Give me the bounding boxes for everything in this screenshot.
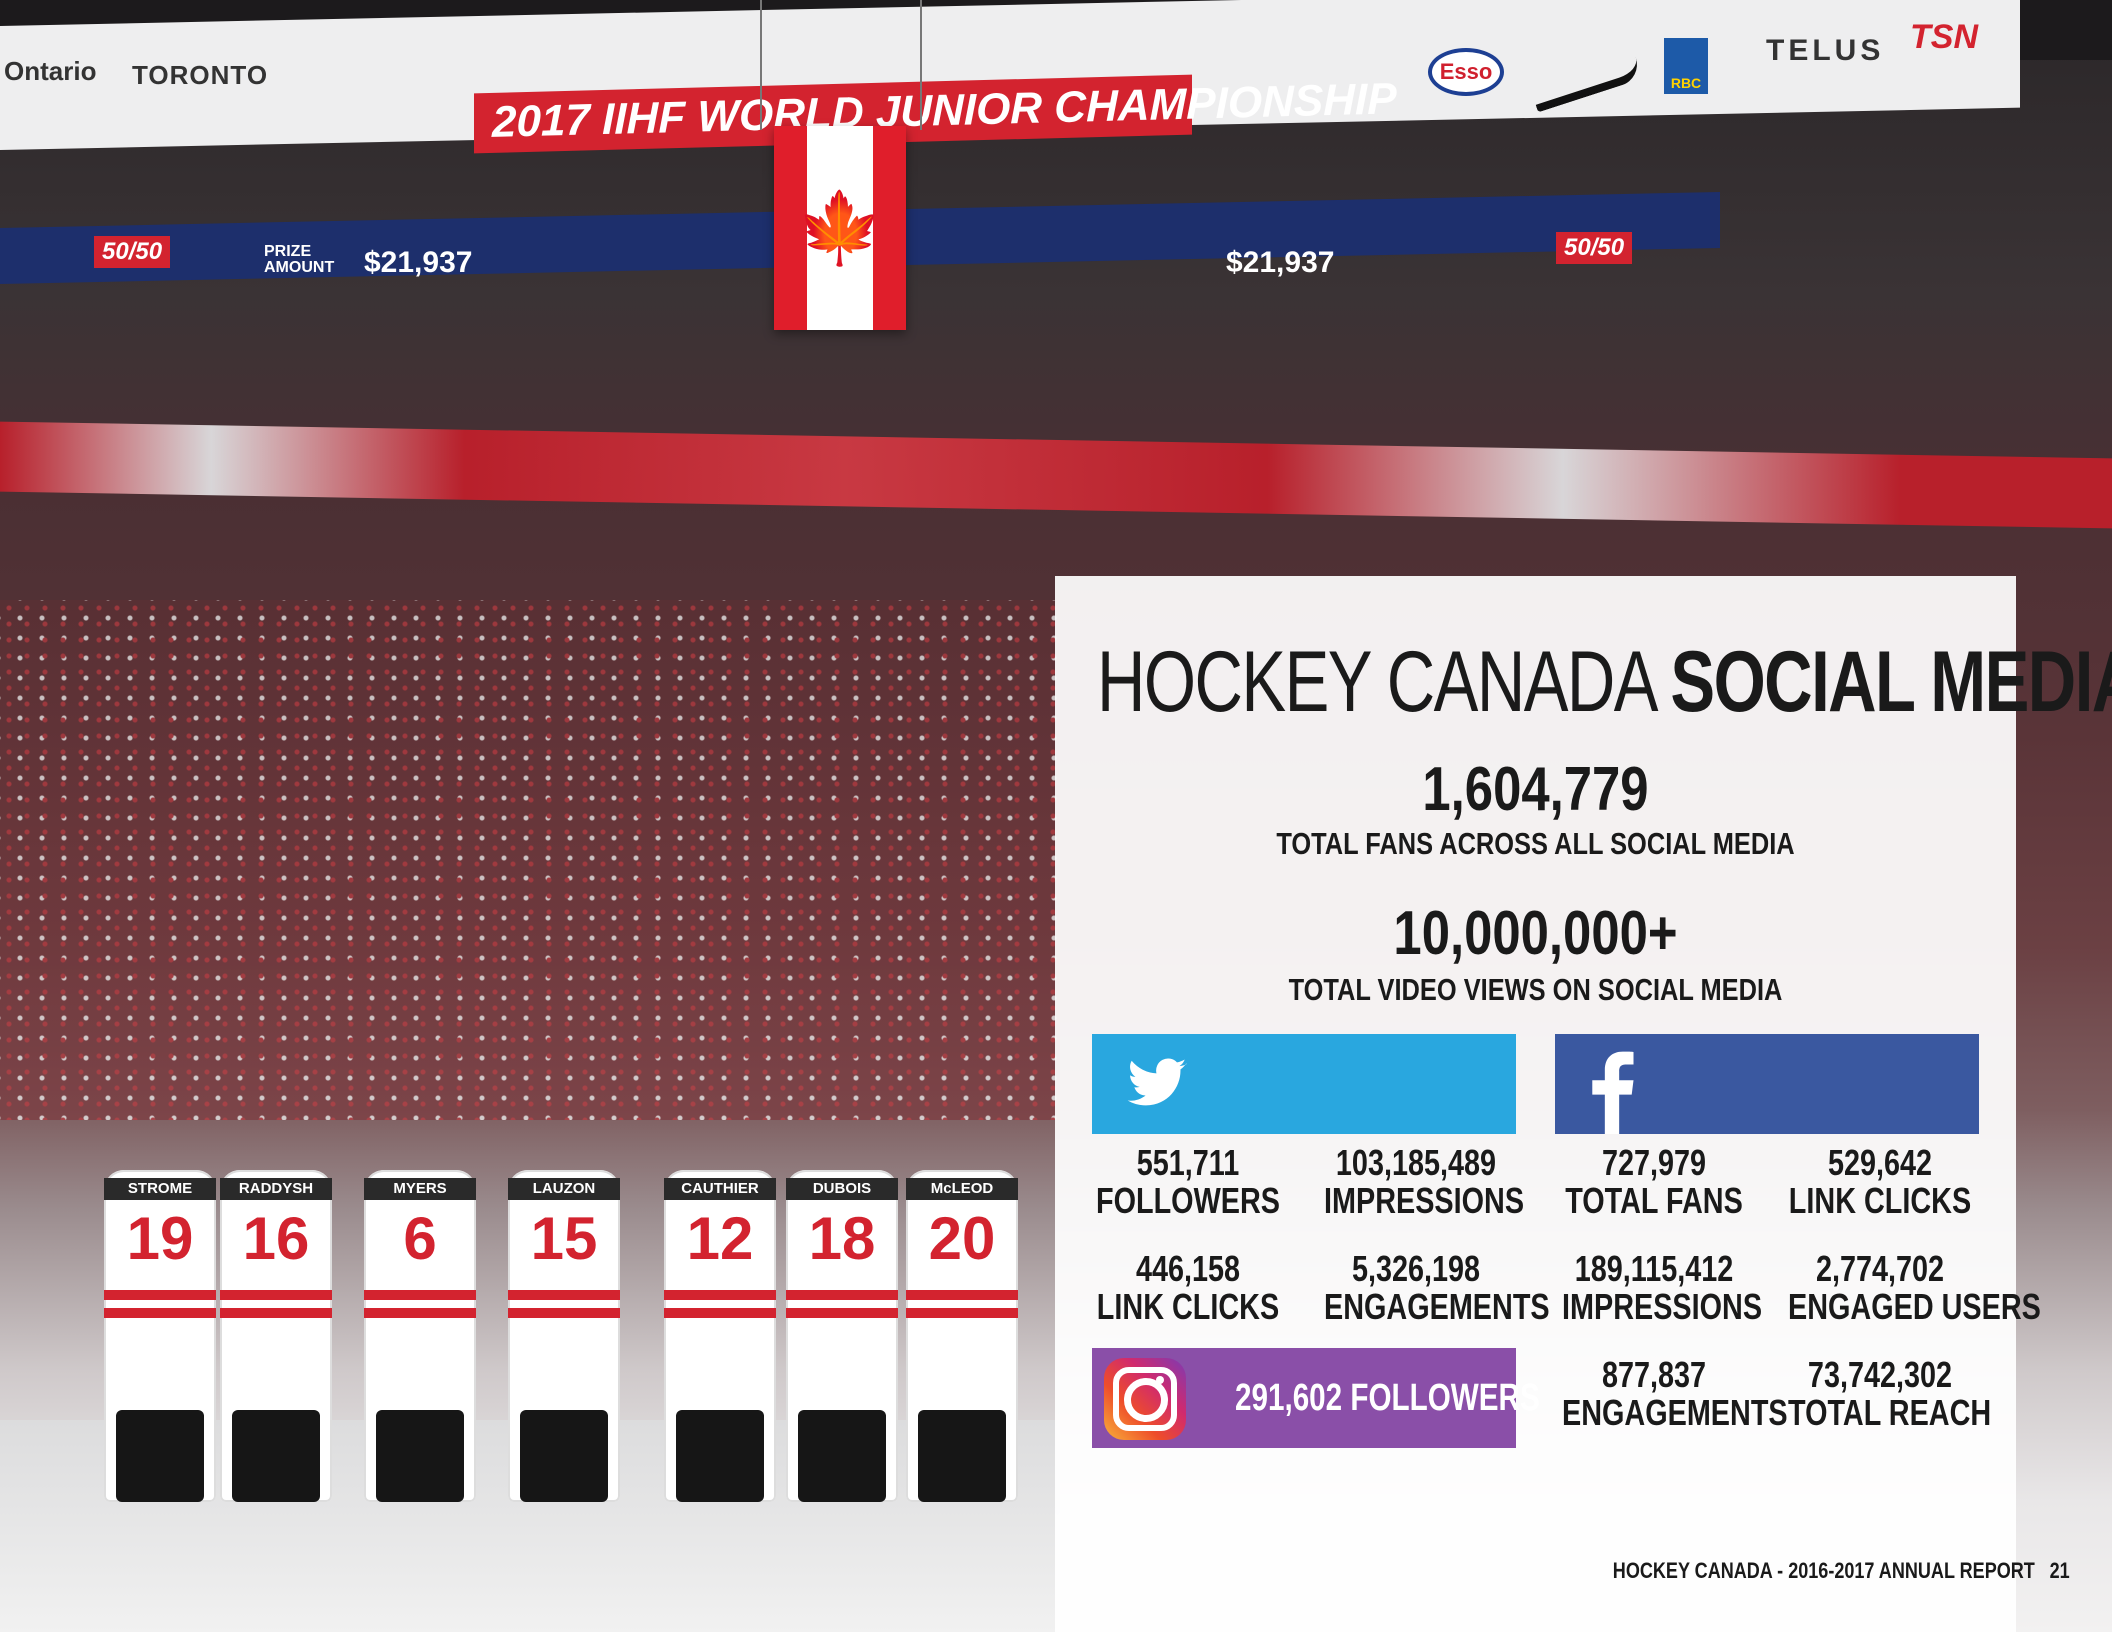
stat-value: 727,979 xyxy=(1601,1142,1707,1183)
stat-value: 5,326,198 xyxy=(1351,1248,1481,1289)
player-number: 20 xyxy=(928,1205,996,1272)
player-jersey: MYERS 6 xyxy=(364,1170,476,1502)
fifty-fifty-label-right: 50/50 xyxy=(1556,232,1633,264)
player-jersey: STROME 19 xyxy=(104,1170,216,1502)
stat-value: 103,185,489 xyxy=(1335,1142,1497,1183)
red-ribbon-board xyxy=(0,421,2112,529)
fifty-fifty-label: 50/50 xyxy=(94,236,171,268)
page-number: 21 xyxy=(2049,1558,2070,1583)
sponsor-tsn: TSN xyxy=(1910,18,1978,56)
total-fans-label: TOTAL FANS ACROSS ALL SOCIAL MEDIA xyxy=(1276,826,1795,861)
fb-stat: 877,837 ENGAGEMENTS xyxy=(1539,1354,1788,1433)
player-pants xyxy=(520,1410,608,1502)
maple-leaf-icon: 🍁 xyxy=(796,189,884,267)
stat-label: TOTAL FANS xyxy=(1565,1180,1743,1221)
total-fans-value: 1,604,779 xyxy=(1422,755,1649,824)
fb-stat: 529,642 LINK CLICKS xyxy=(1765,1144,1995,1220)
title-light: HOCKEY CANADA xyxy=(1097,634,1655,730)
social-media-panel: HOCKEY CANADA SOCIAL MEDIA 1,604,779 TOT… xyxy=(1055,576,2112,1632)
tw-stat: 5,326,198 ENGAGEMENTS xyxy=(1301,1248,1550,1327)
canada-flag: 🍁 xyxy=(774,126,906,330)
player-pants xyxy=(798,1410,886,1502)
stat-label: FOLLOWERS xyxy=(1096,1180,1280,1221)
tw-stat: 446,158 LINK CLICKS xyxy=(1073,1250,1303,1326)
player-jersey: DUBOIS 18 xyxy=(786,1170,898,1502)
player-name: DUBOIS xyxy=(786,1178,898,1200)
report-title: HOCKEY CANADA - 2016-2017 ANNUAL REPORT xyxy=(1612,1558,2035,1583)
twitter-icon xyxy=(1127,1058,1187,1106)
stat-label: LINK CLICKS xyxy=(1096,1286,1280,1327)
player-name: STROME xyxy=(104,1178,216,1200)
sponsor-toronto: TORONTO xyxy=(132,60,269,90)
tw-stat: 103,185,489 IMPRESSIONS xyxy=(1301,1144,1531,1220)
player-jersey: LAUZON 15 xyxy=(508,1170,620,1502)
instagram-followers: 291,602 FOLLOWERS xyxy=(1235,1377,1540,1419)
player-pants xyxy=(232,1410,320,1502)
player-number: 16 xyxy=(242,1205,310,1272)
tw-stat: 551,711 FOLLOWERS xyxy=(1073,1144,1303,1220)
player-pants xyxy=(918,1410,1006,1502)
stat-value: 189,115,412 xyxy=(1574,1248,1734,1289)
stat-value: 529,642 xyxy=(1827,1142,1933,1183)
stat-value: 551,711 xyxy=(1136,1142,1240,1183)
flag-wire xyxy=(760,0,762,130)
fb-stat: 727,979 TOTAL FANS xyxy=(1539,1144,1769,1220)
player-number: 19 xyxy=(126,1205,194,1272)
player-number: 12 xyxy=(686,1205,754,1272)
prize-label: PRIZE AMOUNT xyxy=(264,243,335,276)
instagram-icon xyxy=(1104,1358,1186,1440)
page-title: HOCKEY CANADA SOCIAL MEDIA xyxy=(1097,632,2112,732)
player-jersey: CAUTHIER 12 xyxy=(664,1170,776,1502)
flag-wire xyxy=(920,0,922,130)
player-pants xyxy=(676,1410,764,1502)
player-jersey: McLEOD 20 xyxy=(906,1170,1018,1502)
stat-label: ENGAGEMENTS xyxy=(1562,1392,1788,1433)
stat-value: 877,837 xyxy=(1601,1354,1707,1395)
facebook-header xyxy=(1555,1034,1979,1134)
player-number: 15 xyxy=(530,1205,598,1272)
stat-label: ENGAGED USERS xyxy=(1788,1286,2041,1327)
stat-value: 446,158 xyxy=(1135,1248,1241,1289)
player-name: LAUZON xyxy=(508,1178,620,1200)
sponsor-esso-logo: Esso xyxy=(1428,48,1504,96)
player-name: RADDYSH xyxy=(220,1178,332,1200)
prize-amount-right: $21,937 xyxy=(1226,246,1335,279)
twitter-header xyxy=(1092,1034,1516,1134)
stat-label: TOTAL REACH xyxy=(1788,1392,1992,1433)
sponsor-telus: TELUS xyxy=(1766,34,1885,67)
fb-stat: 189,115,412 IMPRESSIONS xyxy=(1539,1250,1769,1326)
player-number: 18 xyxy=(808,1205,876,1272)
sponsor-rbc-logo: RBC xyxy=(1664,38,1708,94)
prize-amount: $21,937 xyxy=(364,246,473,279)
player-pants xyxy=(116,1410,204,1502)
fb-stat: 2,774,702 ENGAGED USERS xyxy=(1765,1248,2041,1327)
stat-label: LINK CLICKS xyxy=(1788,1180,1972,1221)
page-footer: HOCKEY CANADA - 2016-2017 ANNUAL REPORT 2… xyxy=(1613,1558,2070,1584)
player-name: MYERS xyxy=(364,1178,476,1200)
video-views-value: 10,000,000+ xyxy=(1393,899,1678,968)
player-name: McLEOD xyxy=(906,1178,1018,1200)
stat-label: ENGAGEMENTS xyxy=(1324,1286,1550,1327)
video-views-label: TOTAL VIDEO VIEWS ON SOCIAL MEDIA xyxy=(1288,972,1783,1007)
fb-stat: 73,742,302 TOTAL REACH xyxy=(1765,1356,1995,1432)
stat-value: 73,742,302 xyxy=(1807,1354,1953,1395)
player-pants xyxy=(376,1410,464,1502)
player-name: CAUTHIER xyxy=(664,1178,776,1200)
title-bold: SOCIAL MEDIA xyxy=(1670,634,2112,730)
player-jersey: RADDYSH 16 xyxy=(220,1170,332,1502)
stat-label: IMPRESSIONS xyxy=(1324,1180,1525,1221)
facebook-icon xyxy=(1592,1051,1634,1134)
player-number: 6 xyxy=(403,1205,437,1272)
instagram-bar: 291,602 FOLLOWERS xyxy=(1092,1348,1540,1448)
stat-label: IMPRESSIONS xyxy=(1562,1286,1763,1327)
crowd xyxy=(0,600,1060,1120)
stat-value: 2,774,702 xyxy=(1815,1248,1945,1289)
sponsor-ontario: Ontario xyxy=(4,56,97,86)
